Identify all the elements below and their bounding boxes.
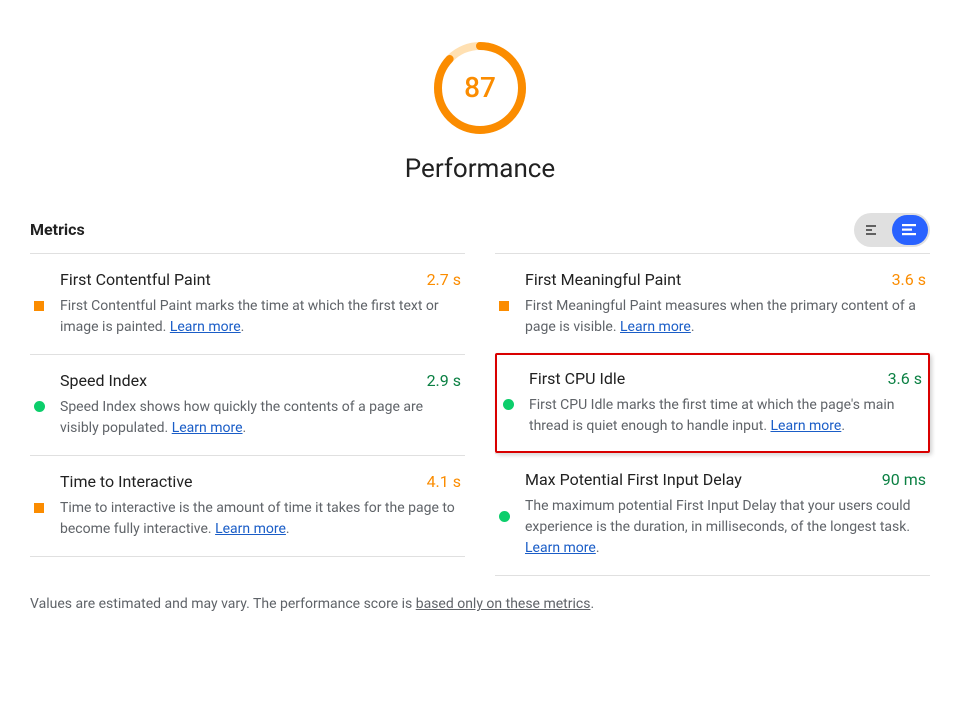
metric-value: 3.6 s xyxy=(888,367,922,391)
performance-title: Performance xyxy=(405,150,555,189)
performance-gauge: 87 Performance xyxy=(30,40,930,189)
learn-more-link[interactable]: Learn more xyxy=(170,319,241,335)
metric-description: Time to interactive is the amount of tim… xyxy=(60,498,461,540)
metric-value: 2.9 s xyxy=(427,369,461,393)
metric-name: First CPU Idle xyxy=(529,367,625,391)
metric-item: First Meaningful Paint 3.6 s First Meaning… xyxy=(495,253,930,354)
performance-score: 87 xyxy=(432,40,528,136)
status-average-icon xyxy=(34,268,60,338)
metric-name: Time to Interactive xyxy=(60,470,192,494)
metric-item: First Contentful Paint 2.7 s First Content… xyxy=(30,253,465,354)
metrics-footnote: Values are estimated and may vary. The p… xyxy=(30,594,930,615)
metric-name: Max Potential First Input Delay xyxy=(525,468,742,492)
status-good-icon xyxy=(499,468,525,559)
view-compact-button[interactable] xyxy=(856,215,892,245)
footnote-suffix: . xyxy=(590,596,594,612)
metrics-heading: Metrics xyxy=(30,218,85,242)
metric-description: Speed Index shows how quickly the conten… xyxy=(60,397,461,439)
metrics-column-right: First Meaningful Paint 3.6 s First Meaning… xyxy=(495,253,930,576)
metric-value: 90 ms xyxy=(882,468,926,492)
metric-name: First Meaningful Paint xyxy=(525,268,681,292)
status-good-icon xyxy=(34,369,60,439)
learn-more-link[interactable]: Learn more xyxy=(771,418,842,434)
metric-item: Time to Interactive 4.1 s Time to interact… xyxy=(30,455,465,557)
footnote-link[interactable]: based only on these metrics xyxy=(416,596,591,612)
metric-item: Speed Index 2.9 s Speed Index shows how qu… xyxy=(30,354,465,455)
footnote-prefix: Values are estimated and may vary. The p… xyxy=(30,596,416,612)
status-average-icon xyxy=(499,268,525,338)
metric-value: 4.1 s xyxy=(427,470,461,494)
metric-item: Max Potential First Input Delay 90 ms The … xyxy=(495,453,930,576)
metric-description: The maximum potential First Input Delay … xyxy=(525,496,926,559)
metric-value: 2.7 s xyxy=(427,268,461,292)
status-average-icon xyxy=(34,470,60,540)
learn-more-link[interactable]: Learn more xyxy=(525,540,596,556)
status-good-icon xyxy=(503,367,529,437)
metric-item: First CPU Idle 3.6 s First CPU Idle marks … xyxy=(495,353,930,453)
learn-more-link[interactable]: Learn more xyxy=(172,420,243,436)
metric-name: Speed Index xyxy=(60,369,147,393)
view-toggle xyxy=(854,213,930,247)
metric-value: 3.6 s xyxy=(892,268,926,292)
learn-more-link[interactable]: Learn more xyxy=(620,319,691,335)
learn-more-link[interactable]: Learn more xyxy=(215,521,286,537)
metric-description: First CPU Idle marks the first time at w… xyxy=(529,395,922,437)
metric-description: First Meaningful Paint measures when the… xyxy=(525,296,926,338)
view-expanded-button[interactable] xyxy=(892,215,928,245)
expanded-view-icon xyxy=(902,224,918,236)
metrics-column-left: First Contentful Paint 2.7 s First Content… xyxy=(30,253,465,576)
compact-view-icon xyxy=(866,224,882,236)
metric-description: First Contentful Paint marks the time at… xyxy=(60,296,461,338)
metric-name: First Contentful Paint xyxy=(60,268,211,292)
